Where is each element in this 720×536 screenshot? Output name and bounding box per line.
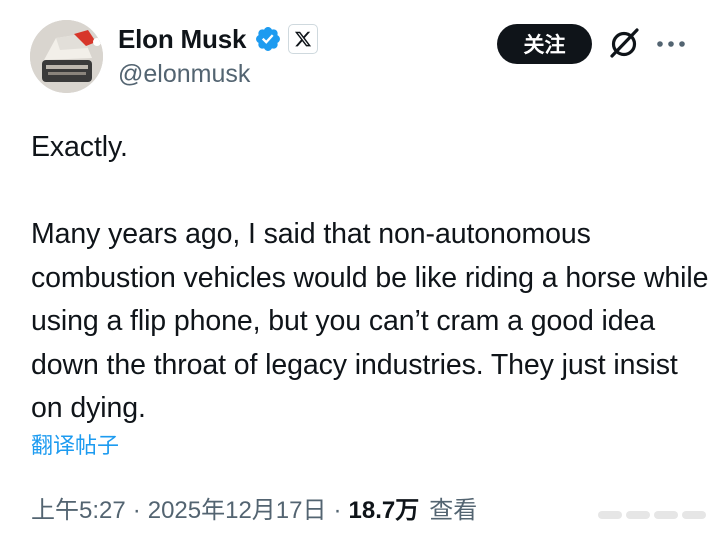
view-count: 18.7万 bbox=[348, 497, 420, 524]
x-logo-icon[interactable] bbox=[288, 24, 319, 54]
post-paragraph: Exactly. bbox=[31, 131, 128, 163]
verified-badge-icon bbox=[256, 27, 281, 51]
meta-separator: · bbox=[333, 497, 342, 524]
user-handle[interactable]: @elonmusk bbox=[118, 60, 250, 89]
view-count-label: 查看 bbox=[429, 497, 478, 524]
watermark-decoration bbox=[598, 511, 706, 519]
post-time[interactable]: 上午5:27 bbox=[31, 490, 126, 525]
name-row: Elon Musk bbox=[118, 22, 319, 56]
more-icon[interactable] bbox=[655, 30, 687, 58]
post-paragraph: Many years ago, I said that non-autonomo… bbox=[31, 218, 709, 424]
avatar[interactable] bbox=[30, 20, 103, 93]
translate-post-link[interactable]: 翻译帖子 bbox=[31, 428, 119, 460]
post-date[interactable]: 2025年12月17日 bbox=[148, 490, 327, 525]
follow-button[interactable]: 关注 bbox=[497, 24, 592, 64]
meta-separator: · bbox=[132, 497, 141, 524]
post-text: Exactly. Many years ago, I said that non… bbox=[31, 126, 711, 431]
post-meta: 上午5:27 · 2025年12月17日 · 18.7万 查看 bbox=[31, 490, 477, 525]
display-name[interactable]: Elon Musk bbox=[118, 24, 246, 55]
grok-icon[interactable] bbox=[606, 26, 642, 62]
